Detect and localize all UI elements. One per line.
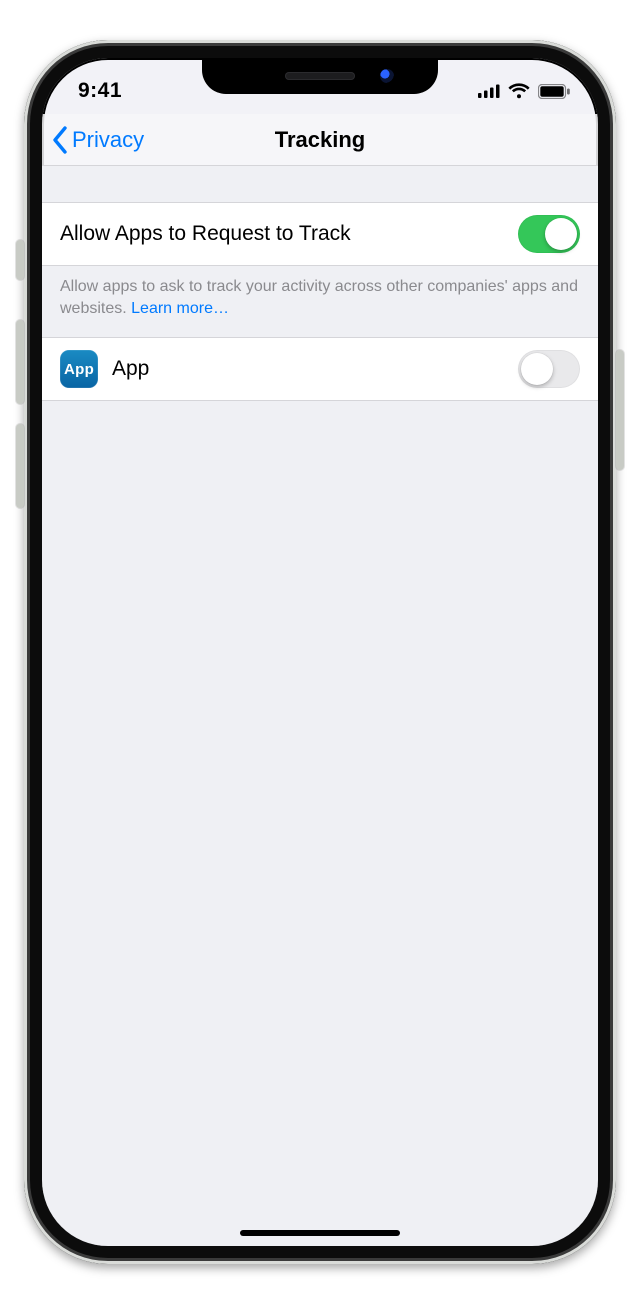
home-indicator[interactable] [240, 1230, 400, 1236]
learn-more-link[interactable]: Learn more… [131, 300, 229, 317]
chevron-left-icon [52, 126, 70, 154]
apps-list: App App [42, 337, 598, 401]
side-button [616, 350, 624, 470]
wifi-icon [508, 83, 530, 99]
notch [202, 58, 438, 94]
screen: 9:41 Privacy [42, 58, 598, 1246]
nav-bar: Privacy Tracking [42, 114, 598, 166]
tracking-footer: Allow apps to ask to track your activity… [42, 266, 598, 337]
back-button[interactable]: Privacy [52, 126, 144, 154]
volume-down-button [16, 424, 24, 508]
status-time: 9:41 [78, 79, 122, 103]
back-label: Privacy [72, 127, 144, 153]
cellular-icon [478, 84, 500, 98]
status-right-cluster [478, 83, 570, 99]
app-icon: App [60, 350, 98, 388]
battery-icon [538, 84, 570, 99]
front-camera [380, 69, 394, 83]
allow-tracking-toggle[interactable] [518, 215, 580, 253]
app-name: App [112, 357, 504, 381]
app-tracking-toggle[interactable] [518, 350, 580, 388]
volume-up-button [16, 320, 24, 404]
device-frame: 9:41 Privacy [24, 40, 616, 1264]
speaker-grille [285, 72, 355, 80]
content: Allow Apps to Request to Track Allow app… [42, 166, 598, 1246]
app-row: App App [42, 337, 598, 401]
silence-switch [16, 240, 24, 280]
allow-tracking-cell: Allow Apps to Request to Track [42, 202, 598, 266]
allow-tracking-label: Allow Apps to Request to Track [60, 222, 504, 246]
